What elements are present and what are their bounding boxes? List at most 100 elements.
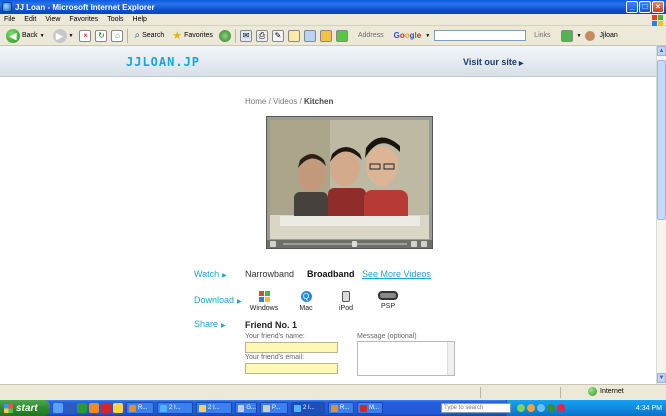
download-mac-label: Mac [299,305,313,312]
user-name[interactable]: Jjloan [599,32,617,39]
volume-icon[interactable] [537,404,545,412]
menu-file[interactable]: File [4,16,15,23]
zone-label: Internet [600,388,624,395]
search-button[interactable]: ⌕ Search [132,28,166,44]
download-psp[interactable]: PSP [368,291,408,310]
refresh-icon[interactable]: ↻ [95,29,108,42]
word-icon[interactable] [65,403,75,413]
message-textarea[interactable] [357,341,455,376]
system-tray: Type to search 4:34 PM [441,400,666,416]
scroll-thumb[interactable] [657,60,666,220]
download-mac[interactable]: Q Mac [286,291,326,312]
window-title: JJ Loan - Microsoft Internet Explorer [15,2,155,12]
page-scrollbar[interactable]: ▲ ▼ [656,46,666,384]
excel-icon[interactable] [77,403,87,413]
robot-icon[interactable] [335,29,348,42]
scroll-up-icon[interactable]: ▲ [657,46,666,56]
breadcrumb-videos[interactable]: Videos [273,97,297,106]
task-button[interactable]: G... [235,402,257,414]
close-button[interactable]: × [652,1,664,13]
folder-icon[interactable] [287,29,300,42]
network-icon[interactable] [517,404,525,412]
watch-label: Watch ▶ [194,269,227,279]
puzzle-icon[interactable] [319,29,332,42]
clock: 4:34 PM [635,404,662,412]
arrow-right-icon: ▶ [222,273,227,279]
psp-icon [378,291,398,300]
chevron-down-icon[interactable]: ▼ [425,33,430,39]
page-content: JJLOAN.JP Visit our site ▶ Home / Videos … [0,46,656,384]
ie-icon [2,2,12,12]
maximize-button[interactable]: □ [639,1,651,13]
task-button[interactable]: R... [126,402,154,414]
play-icon[interactable] [270,241,276,247]
task-button[interactable]: 2 I... [196,402,232,414]
firefox-icon[interactable] [89,403,99,413]
mail-icon[interactable]: ✉ [239,29,252,42]
app-icon[interactable] [101,403,111,413]
antivirus-icon[interactable] [547,404,555,412]
narrowband-option[interactable]: Narrowband [245,269,294,279]
desktop-icon[interactable] [53,403,63,413]
favorites-label: Favorites [184,32,213,39]
site-logo[interactable]: JJLOAN.JP [126,55,200,69]
visit-site-link[interactable]: Visit our site ▶ [463,57,523,67]
message-scrollbar[interactable] [447,342,454,375]
tray-app-icon[interactable] [527,404,535,412]
status-bar: Internet [0,384,666,400]
menu-view[interactable]: View [45,16,60,23]
links-label[interactable]: Links [534,32,550,39]
task-button[interactable]: 2 I... [157,402,193,414]
search-label: Search [142,32,165,39]
download-psp-label: PSP [380,303,395,310]
windows-flag-icon [4,403,13,413]
download-ipod[interactable]: iPod [326,291,366,312]
task-button[interactable]: R... [328,402,354,414]
video-controls [267,240,432,248]
edit-icon[interactable]: ✎ [271,29,284,42]
friend-name-label: Your friend's name: [245,333,305,340]
separator [480,387,481,398]
task-button[interactable]: P... [260,402,288,414]
start-button[interactable]: start [0,400,50,416]
video-player[interactable] [266,116,433,249]
extension-icon[interactable] [560,29,573,42]
fullscreen-icon[interactable] [421,241,427,247]
friend-name-input[interactable] [245,342,338,353]
minimize-button[interactable]: _ [626,1,638,13]
folder-icon[interactable] [113,403,123,413]
menu-help[interactable]: Help [133,16,147,23]
separator [560,387,561,398]
alert-icon[interactable] [557,404,565,412]
messenger-icon[interactable] [303,29,316,42]
menu-favorites[interactable]: Favorites [69,16,98,23]
menu-tools[interactable]: Tools [107,16,123,23]
history-icon[interactable] [218,29,231,42]
home-icon[interactable]: ⌂ [111,29,124,42]
forward-button[interactable]: ▶ ▼ [51,28,76,44]
broadband-option[interactable]: Broadband [307,269,355,279]
seek-bar[interactable] [283,243,407,245]
breadcrumb-home[interactable]: Home [245,97,266,106]
download-ipod-label: iPod [338,305,353,312]
volume-icon[interactable] [411,241,417,247]
back-button[interactable]: ◀ Back ▼ [4,28,47,44]
friend-email-input[interactable] [245,363,338,374]
download-windows[interactable]: Windows [244,291,284,312]
stop-icon[interactable]: × [79,29,92,42]
seek-handle[interactable] [352,241,357,247]
task-button[interactable]: 2 I... [291,402,325,414]
video-frame[interactable] [270,120,429,239]
quicktime-icon: Q [300,291,312,302]
scroll-down-icon[interactable]: ▼ [657,373,666,383]
chevron-down-icon[interactable]: ▼ [577,33,582,39]
taskbar-search-input[interactable]: Type to search [441,403,511,413]
task-button[interactable]: M... [357,402,383,414]
menu-edit[interactable]: Edit [24,16,36,23]
google-search-input[interactable] [434,30,527,41]
ipod-icon [342,291,350,302]
print-icon[interactable]: ⎙ [255,29,268,42]
favorites-button[interactable]: ★ Favorites [170,28,215,44]
address-label: Address [357,32,384,39]
see-more-videos-link[interactable]: See More Videos [362,269,431,279]
